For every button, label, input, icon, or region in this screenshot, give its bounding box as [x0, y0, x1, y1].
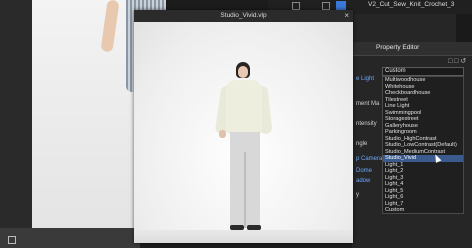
pants-crease: [244, 152, 246, 228]
property-label: ment Ma: [356, 101, 380, 107]
shoe-right: [247, 225, 261, 230]
viewport-backdrop: [32, 0, 166, 228]
property-label: y: [356, 192, 359, 198]
knit-sweater: [226, 80, 262, 134]
shoe-left: [230, 225, 244, 230]
render-window-titlebar[interactable]: Studio_Vivid.vlp ×: [134, 10, 353, 22]
environment-dropdown-list[interactable]: Multiwoodhouse Whitehouse Checkboardhouse T…: [382, 76, 464, 214]
dropdown-option[interactable]: Studio_LowContrast(Default): [383, 142, 463, 149]
model-face: [238, 66, 248, 78]
property-label: ngle: [356, 141, 368, 147]
studio-floor: [134, 230, 353, 243]
environment-select[interactable]: Custom: [382, 67, 464, 76]
property-label: ntensity: [356, 121, 377, 127]
property-label: e Light: [356, 76, 375, 82]
model-hand: [219, 130, 226, 138]
gear-icon[interactable]: [292, 2, 300, 10]
viewport-bottom-bar: [0, 228, 140, 248]
property-label: p Camera: [356, 156, 383, 162]
property-label: Dome: [356, 168, 373, 174]
render-window[interactable]: Studio_Vivid.vlp ×: [134, 10, 353, 243]
avatar-arm: [100, 0, 120, 53]
background-viewport[interactable]: [0, 0, 166, 248]
dropdown-option[interactable]: Custom: [383, 207, 463, 214]
close-icon[interactable]: ×: [344, 11, 349, 20]
property-editor-title: Property Editor: [376, 44, 420, 51]
render-stage[interactable]: [134, 22, 353, 243]
viewport-corner-icon[interactable]: [8, 236, 16, 244]
select-value: Custom: [385, 68, 406, 74]
screen: V2_Cut_Sew_Knit_Crochet_3 Property Edito…: [0, 0, 472, 248]
render-window-title: Studio_Vivid.vlp: [220, 12, 267, 19]
visibility-icon[interactable]: [322, 2, 330, 10]
file-label[interactable]: V2_Cut_Sew_Knit_Crochet_3: [368, 1, 454, 8]
property-label: adow: [356, 178, 371, 184]
folder-icon[interactable]: □ □ ↺: [448, 57, 466, 65]
